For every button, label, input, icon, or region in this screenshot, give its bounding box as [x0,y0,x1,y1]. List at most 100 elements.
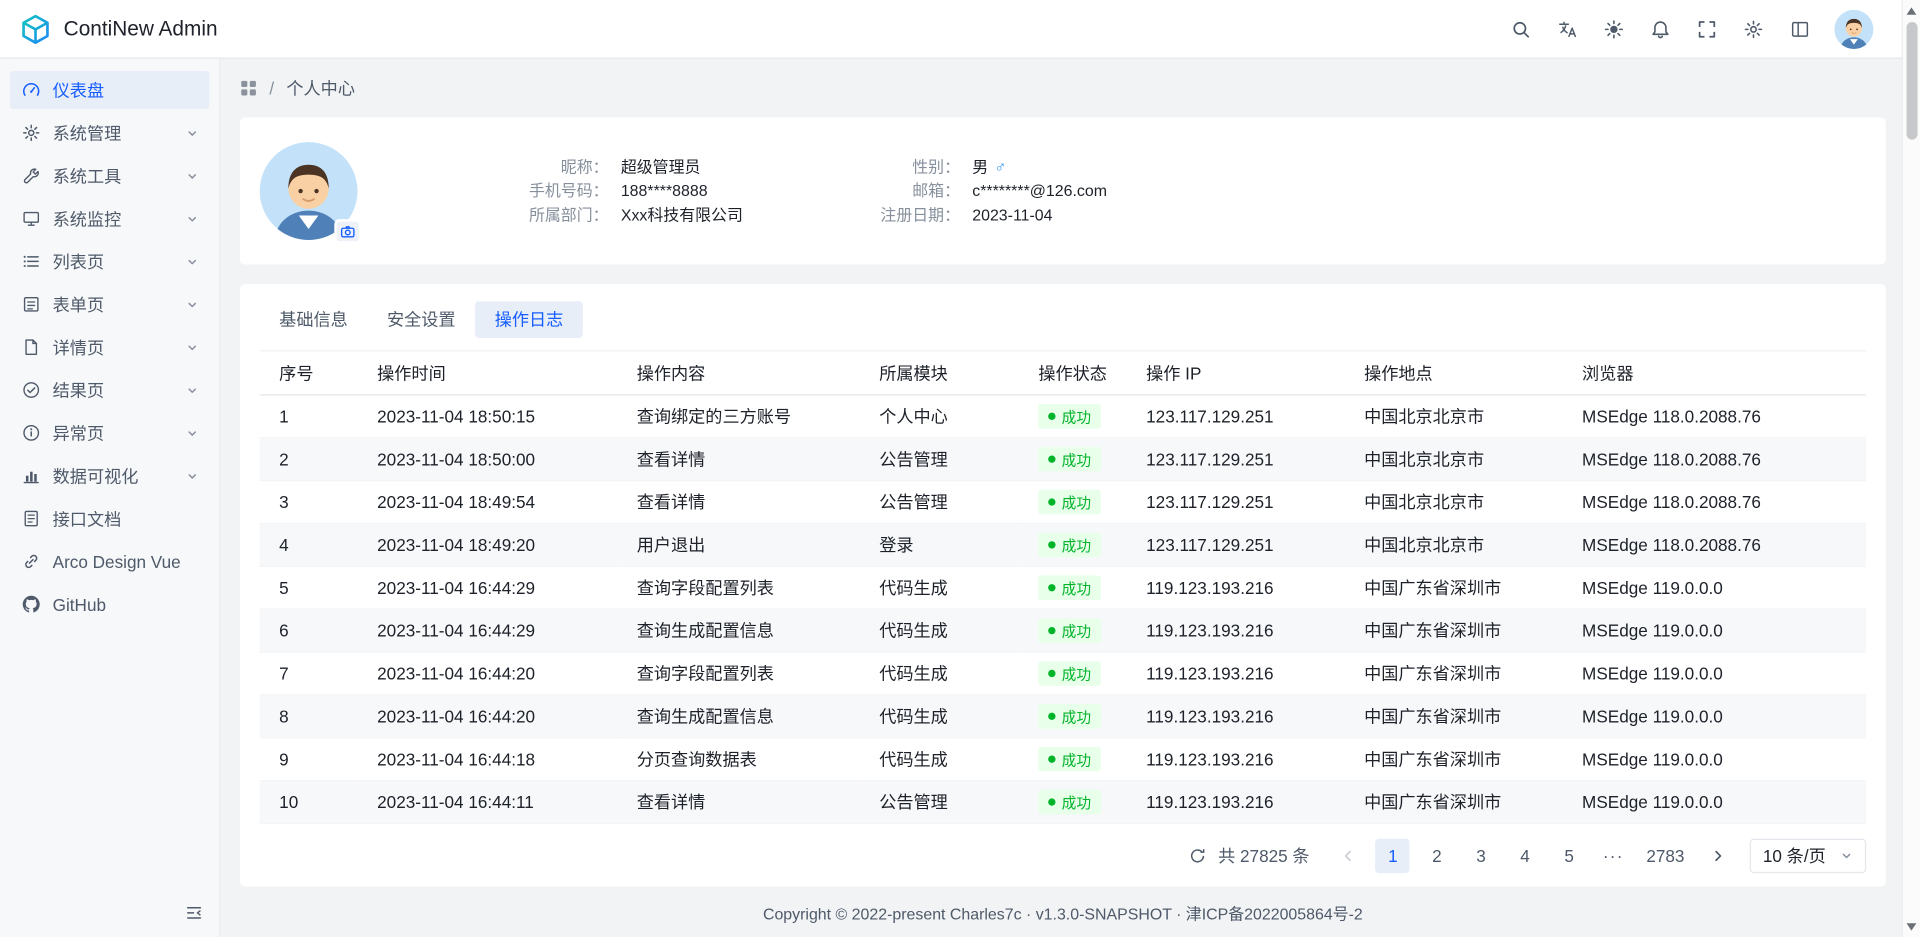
column-header: 操作时间 [358,351,618,395]
settings-button[interactable] [1734,9,1773,48]
table-cell: 2023-11-04 16:44:29 [358,566,618,609]
sidebar-item-dashboard[interactable]: 仪表盘 [10,71,210,109]
table-cell: 1 [260,395,358,438]
main-content: / 个人中心 [220,59,1920,937]
brand[interactable]: ContiNew Admin [20,13,218,45]
table-cell: 2023-11-04 18:50:00 [358,438,618,481]
notification-button[interactable] [1641,9,1680,48]
sidebar-item-label: 系统管理 [53,121,186,145]
table-cell: 123.117.129.251 [1127,438,1345,481]
scroll-down-button[interactable] [1907,923,1917,930]
table-row: 32023-11-04 18:49:54查看详情公告管理成功123.117.12… [260,481,1867,524]
fullscreen-button[interactable] [1687,9,1726,48]
table-row: 12023-11-04 18:50:15查询绑定的三方账号个人中心成功123.1… [260,395,1867,438]
gender-label: 性别： [825,155,960,179]
sidebar-item-list-pages[interactable]: 列表页 [10,242,210,280]
table-cell: 登录 [860,523,1019,566]
page-scrollbar[interactable] [1902,0,1920,937]
sidebar-item-detail-pages[interactable]: 详情页 [10,328,210,366]
bar-chart-icon [21,467,41,485]
email-value: c********@126.com [960,179,1107,203]
table-cell: 中国北京北京市 [1345,481,1563,524]
sidebar-item-form-pages[interactable]: 表单页 [10,285,210,323]
column-header: 操作 IP [1127,351,1345,395]
table-cell: 123.117.129.251 [1127,523,1345,566]
header: ContiNew Admin [0,0,1920,59]
tab-operation-log[interactable]: 操作日志 [475,301,583,338]
theme-button[interactable] [1594,9,1633,48]
scroll-up-button[interactable] [1907,7,1917,14]
page-size-select[interactable]: 10 条/页 [1749,839,1866,873]
pagination-prev-button[interactable] [1332,839,1366,873]
chevron-down-icon [186,427,198,439]
scrollbar-thumb[interactable] [1907,22,1918,140]
status-cell: 成功 [1019,566,1127,609]
apps-icon [240,80,257,97]
form-icon [21,295,41,313]
pagination-page-5[interactable]: 5 [1552,839,1586,873]
table-cell: 10 [260,781,358,824]
table-cell: 中国北京北京市 [1345,438,1563,481]
table-cell: 代码生成 [860,738,1019,781]
pagination-page-3[interactable]: 3 [1464,839,1498,873]
table-cell: 中国广东省深圳市 [1345,652,1563,695]
status-badge: 成功 [1038,404,1100,428]
status-dot [1048,798,1055,805]
pagination-page-4[interactable]: 4 [1508,839,1542,873]
register-date-label: 注册日期： [825,203,960,227]
table-cell: 2023-11-04 16:44:20 [358,695,618,738]
status-cell: 成功 [1019,523,1127,566]
language-icon [1558,19,1578,39]
table-cell: 2023-11-04 16:44:11 [358,781,618,824]
language-button[interactable] [1548,9,1587,48]
table-cell: 2023-11-04 18:50:15 [358,395,618,438]
pagination-page-2783[interactable]: 2783 [1640,839,1690,873]
sidebar-item-exception-pages[interactable]: 异常页 [10,414,210,452]
table-cell: 用户退出 [617,523,859,566]
table-cell: 119.123.193.216 [1127,695,1345,738]
status-badge: 成功 [1038,747,1100,771]
phone-label: 手机号码： [437,179,608,203]
sidebar-item-github[interactable]: GitHub [10,585,210,623]
column-header: 浏览器 [1562,351,1866,395]
breadcrumb: / 个人中心 [220,59,1905,118]
search-button[interactable] [1501,9,1540,48]
pagination-next-button[interactable] [1700,839,1734,873]
table-cell: 查询生成配置信息 [617,609,859,652]
sidebar-item-system-monitor[interactable]: 系统监控 [10,200,210,238]
table-row: 92023-11-04 16:44:18分页查询数据表代码生成成功119.123… [260,738,1867,781]
user-avatar[interactable] [1834,9,1873,48]
wrench-icon [21,167,41,185]
layout-button[interactable] [1780,9,1819,48]
sidebar-item-system-tools[interactable]: 系统工具 [10,157,210,195]
sidebar-item-arco-design-vue[interactable]: Arco Design Vue [10,542,210,580]
pagination-page-1[interactable]: 1 [1376,839,1410,873]
table-cell: 9 [260,738,358,781]
camera-icon[interactable] [334,219,361,243]
status-dot [1048,456,1055,463]
tab-security-settings[interactable]: 安全设置 [367,301,475,338]
table-cell: 个人中心 [860,395,1019,438]
pagination-page-2[interactable]: 2 [1420,839,1454,873]
table-cell: 2 [260,438,358,481]
status-dot [1048,498,1055,505]
sidebar-item-data-visualization[interactable]: 数据可视化 [10,457,210,495]
collapse-sidebar-button[interactable] [176,896,210,928]
monitor-icon [21,209,41,227]
sidebar-item-result-pages[interactable]: 结果页 [10,371,210,409]
sidebar-item-label: GitHub [53,594,199,614]
table-cell: 查询字段配置列表 [617,566,859,609]
sidebar-item-api-docs[interactable]: 接口文档 [10,500,210,538]
table-cell: MSEdge 119.0.0.0 [1562,652,1866,695]
status-badge: 成功 [1038,490,1100,514]
phone-value: 188****8888 [609,179,708,203]
status-badge: 成功 [1038,618,1100,642]
male-icon: ♂ [994,158,1006,176]
tab-basic-info[interactable]: 基础信息 [260,301,368,338]
sidebar-item-system-management[interactable]: 系统管理 [10,114,210,152]
status-dot [1048,413,1055,420]
table-cell: 公告管理 [860,438,1019,481]
table-cell: MSEdge 118.0.2088.76 [1562,438,1866,481]
table-cell: 公告管理 [860,781,1019,824]
refresh-button[interactable] [1189,847,1206,864]
